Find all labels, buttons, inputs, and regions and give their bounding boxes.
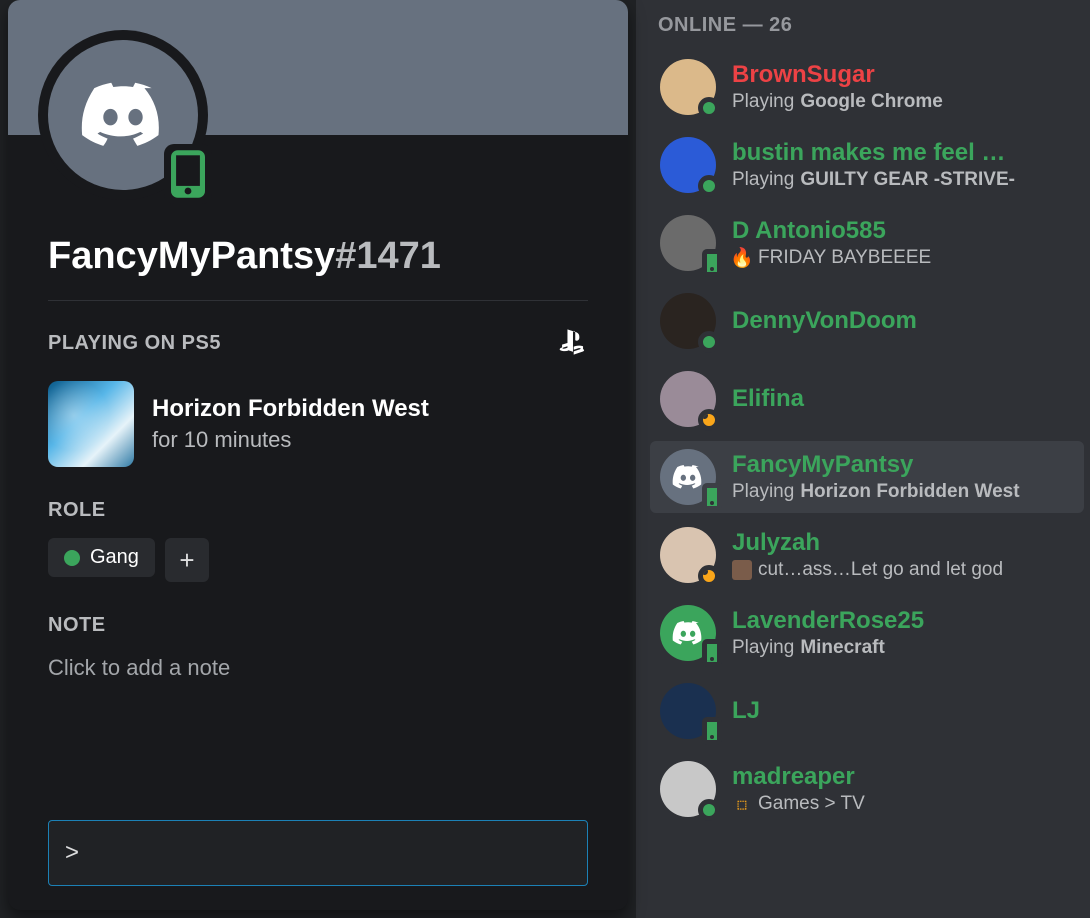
member-name: D Antonio585 xyxy=(732,217,1074,245)
member-row[interactable]: LavenderRose25Playing Minecraft xyxy=(650,597,1084,669)
member-name: bustin makes me feel … xyxy=(732,139,1074,167)
member-row[interactable]: Elifina xyxy=(650,363,1084,435)
member-avatar xyxy=(660,371,716,427)
status-indicator xyxy=(702,639,722,667)
member-name: madreaper xyxy=(732,763,1074,791)
member-activity: Playing Google Chrome xyxy=(732,91,1074,113)
member-name: DennyVonDoom xyxy=(732,307,1074,335)
username: FancyMyPantsy xyxy=(48,235,335,278)
member-name: LavenderRose25 xyxy=(732,607,1074,635)
note-section: NOTE Click to add a note xyxy=(8,592,628,691)
role-header: ROLE xyxy=(48,499,588,522)
member-row[interactable]: LJ xyxy=(650,675,1084,747)
game-duration: for 10 minutes xyxy=(152,427,429,453)
playstation-icon xyxy=(554,323,588,363)
status-indicator xyxy=(702,717,722,745)
member-avatar xyxy=(660,683,716,739)
member-name: LJ xyxy=(732,697,1074,725)
member-avatar xyxy=(660,527,716,583)
role-color-dot xyxy=(64,550,80,566)
game-artwork xyxy=(48,381,134,467)
thumbnail-icon xyxy=(732,560,752,580)
member-row[interactable]: DennyVonDoom xyxy=(650,285,1084,357)
member-row[interactable]: bustin makes me feel …Playing GUILTY GEA… xyxy=(650,129,1084,201)
online-group-header: ONLINE — 26 xyxy=(650,10,1090,51)
status-indicator xyxy=(698,97,720,119)
user-profile-popout: FancyMyPantsy#1471 PLAYING ON PS5 Horizo… xyxy=(8,0,628,910)
status-indicator xyxy=(698,175,720,197)
note-input[interactable]: Click to add a note xyxy=(48,655,588,681)
member-row[interactable]: Julyzahcut…ass…Let go and let god xyxy=(650,519,1084,591)
member-avatar xyxy=(660,293,716,349)
role-label: Gang xyxy=(90,546,139,569)
member-name: FancyMyPantsy xyxy=(732,451,1074,479)
role-section: ROLE Gang + xyxy=(8,477,628,592)
role-chip[interactable]: Gang xyxy=(48,538,155,577)
status-indicator xyxy=(698,565,720,587)
member-row[interactable]: madreaper⬚Games > TV xyxy=(650,753,1084,825)
discriminator: #1471 xyxy=(335,235,441,278)
member-name: BrownSugar xyxy=(732,61,1074,89)
fire-icon: 🔥 xyxy=(732,248,752,268)
message-input[interactable] xyxy=(48,820,588,886)
member-avatar xyxy=(660,215,716,271)
member-activity: 🔥FRIDAY BAYBEEEE xyxy=(732,247,1074,269)
note-header: NOTE xyxy=(48,614,588,637)
member-activity: ⬚Games > TV xyxy=(732,793,1074,815)
member-avatar xyxy=(660,605,716,661)
member-name: Elifina xyxy=(732,385,1074,413)
activity-header: PLAYING ON PS5 xyxy=(48,332,221,355)
activity-section: PLAYING ON PS5 Horizon Forbidden West fo… xyxy=(8,301,628,477)
member-row[interactable]: D Antonio585🔥FRIDAY BAYBEEEE xyxy=(650,207,1084,279)
mobile-status-icon xyxy=(164,144,212,204)
member-list: ONLINE — 26 BrownSugarPlaying Google Chr… xyxy=(636,0,1090,918)
member-avatar xyxy=(660,137,716,193)
member-row[interactable]: FancyMyPantsyPlaying Horizon Forbidden W… xyxy=(650,441,1084,513)
member-activity: Playing Horizon Forbidden West xyxy=(732,481,1074,503)
member-activity: Playing Minecraft xyxy=(732,637,1074,659)
status-indicator xyxy=(698,409,720,431)
status-indicator xyxy=(702,249,722,277)
status-indicator xyxy=(702,483,722,511)
member-avatar xyxy=(660,59,716,115)
member-avatar xyxy=(660,761,716,817)
member-avatar xyxy=(660,449,716,505)
member-activity: Playing GUILTY GEAR -STRIVE- xyxy=(732,169,1074,191)
wasd-icon: ⬚ xyxy=(732,794,752,814)
game-title: Horizon Forbidden West xyxy=(152,395,429,423)
status-indicator xyxy=(698,799,720,821)
member-row[interactable]: BrownSugarPlaying Google Chrome xyxy=(650,51,1084,123)
member-name: Julyzah xyxy=(732,529,1074,557)
status-indicator xyxy=(698,331,720,353)
member-activity: cut…ass…Let go and let god xyxy=(732,559,1074,581)
profile-avatar[interactable] xyxy=(38,30,208,200)
add-role-button[interactable]: + xyxy=(165,538,209,582)
